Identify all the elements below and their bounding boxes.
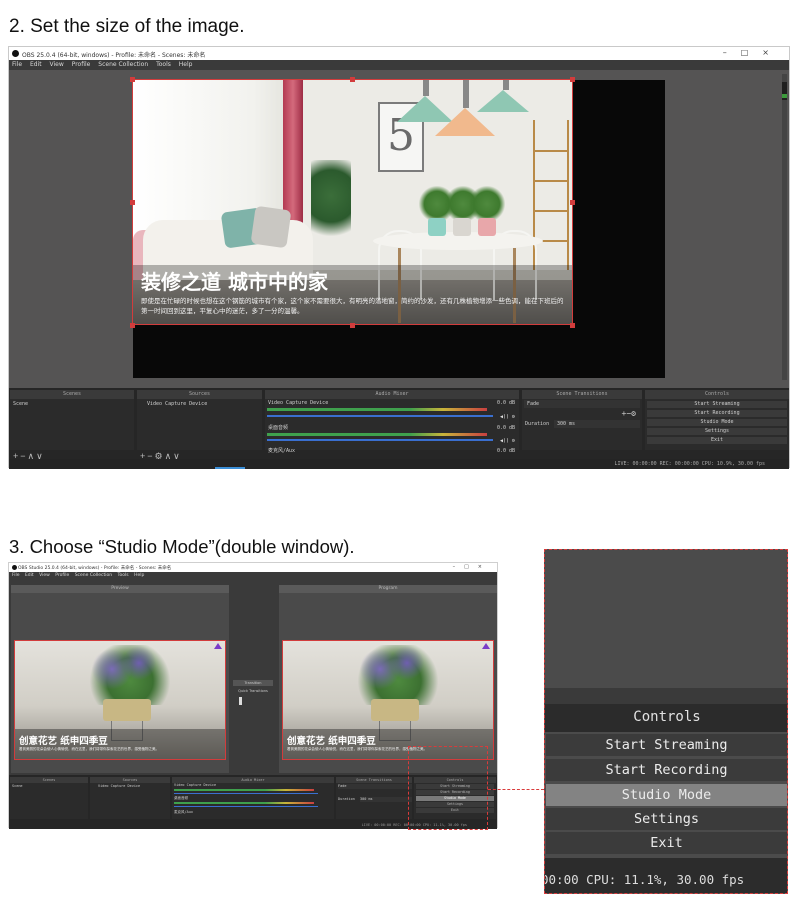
docks-panel: Scenes Scene +−∧∨ Sources Video Capture … <box>9 388 789 469</box>
controls-highlight-box <box>408 746 488 830</box>
volume-meter <box>267 408 487 411</box>
menu-help[interactable]: Help <box>134 573 144 578</box>
settings-button[interactable]: Settings <box>647 428 787 435</box>
menu-help[interactable]: Help <box>179 61 193 68</box>
obs-window-main: OBS 25.0.4 (64-bit, windows) - Profile: … <box>8 46 790 469</box>
duration-input[interactable]: 300 ms <box>554 420 640 428</box>
resize-handle[interactable] <box>130 200 135 205</box>
window-controls[interactable]: –□× <box>453 564 491 570</box>
menu-scene-collection[interactable]: Scene Collection <box>98 61 148 68</box>
title-bar: OBS 25.0.4 (64-bit, windows) - Profile: … <box>9 47 789 60</box>
controls-dock: Controls Start Streaming Start Recording… <box>645 390 789 450</box>
source-image-bounds[interactable]: 5 装修之道 城市中的家 即使是在忙碌的时候也想在这个钢筋的城市有个家，这个家不… <box>132 79 573 325</box>
quick-transitions-label: Quick Transitions <box>238 689 268 693</box>
menu-edit[interactable]: Edit <box>25 573 34 578</box>
sources-dock: Sources Video Capture Device <box>90 777 170 819</box>
preview-pane[interactable]: Preview 创意花艺 纸申四季豆 看到美丽的花朵会使人心情愉悦，而在这里，我… <box>11 585 229 773</box>
start-streaming-button[interactable]: Start Streaming <box>647 401 787 408</box>
menu-tools[interactable]: Tools <box>118 573 129 578</box>
scene-heading: 装修之道 城市中的家 <box>141 270 328 294</box>
title-bar: OBS Studio 25.0.4 (64-bit, windows) - Pr… <box>9 563 497 572</box>
controls-zoom-panel: Controls Start Streaming Start Recording… <box>544 549 788 894</box>
obs-logo-icon <box>12 565 17 570</box>
preview-image: 创意花艺 纸申四季豆 看到美丽的花朵会使人心情愉悦，而在这里，我们将带你探索花艺… <box>14 640 226 760</box>
studio-mode-button[interactable]: Studio Mode <box>546 784 787 806</box>
menu-view[interactable]: View <box>50 61 64 68</box>
pendant-lamp <box>435 108 495 136</box>
program-pane: Program 创意花艺 纸申四季豆 看到美丽的花朵会使人心情愉悦，而在这里，我… <box>279 585 497 773</box>
window-title: OBS 25.0.4 (64-bit, windows) - Profile: … <box>22 52 206 59</box>
resize-handle[interactable] <box>570 323 575 328</box>
menu-file[interactable]: File <box>12 61 22 68</box>
preview-scrollbar[interactable] <box>782 74 787 380</box>
controls-header: Controls <box>633 709 701 725</box>
menu-profile[interactable]: Profile <box>72 61 91 68</box>
menu-file[interactable]: File <box>12 573 20 578</box>
studio-mode-button[interactable]: Studio Mode <box>647 419 787 426</box>
settings-button[interactable]: Settings <box>546 808 787 830</box>
resize-handle[interactable] <box>570 77 575 82</box>
mute-gear-icon[interactable]: ◀)) ⚙ <box>265 413 519 421</box>
step3-title: 3. Choose “Studio Mode”(double window). <box>9 536 355 557</box>
menu-profile[interactable]: Profile <box>55 573 69 578</box>
exit-button[interactable]: Exit <box>546 832 787 854</box>
sources-dock: Sources Video Capture Device +−⚙∧∨ <box>137 390 262 461</box>
connector-line <box>488 789 544 790</box>
transition-controls: Transition Quick Transitions <box>233 680 277 696</box>
transition-select[interactable]: Fade <box>524 400 640 408</box>
source-list-item[interactable]: Video Capture Device <box>137 400 262 408</box>
t-bar-slider[interactable] <box>239 697 242 705</box>
menu-bar: File Edit View Profile Scene Collection … <box>9 572 497 579</box>
window-title: OBS Studio 25.0.4 (64-bit, windows) - Pr… <box>18 566 172 571</box>
status-readout: 00:00 CPU: 11.1%, 30.00 fps <box>544 872 745 887</box>
menu-view[interactable]: View <box>39 573 50 578</box>
preview-area: 5 装修之道 城市中的家 即使是在忙碌的时候也想在这个钢筋的城市有个家，这个家不… <box>9 70 789 388</box>
audio-mixer-dock: Audio Mixer Video Capture Device 0.0 dB … <box>265 390 519 454</box>
audio-mixer-dock: Audio Mixer Video Capture Device 桌面音频 麦克… <box>172 777 334 819</box>
transition-button[interactable]: Transition <box>233 680 273 686</box>
menu-tools[interactable]: Tools <box>156 61 171 68</box>
obs-logo-icon <box>12 50 19 57</box>
start-streaming-button[interactable]: Start Streaming <box>546 734 787 756</box>
scenes-dock: Scenes Scene <box>10 777 88 819</box>
status-bar: LIVE: 00:00:00 REC: 00:00:00 CPU: 10.9%,… <box>9 459 789 469</box>
transition-tools[interactable]: +−⚙ <box>522 410 642 418</box>
pendant-lamp <box>477 90 529 112</box>
window-controls[interactable]: –□× <box>723 48 783 57</box>
start-recording-button[interactable]: Start Recording <box>546 759 787 781</box>
resize-handle[interactable] <box>130 323 135 328</box>
shelf <box>533 120 569 270</box>
scene-transitions-dock: Scene Transitions Fade Duration 300 ms <box>336 777 412 819</box>
resize-handle[interactable] <box>350 323 355 328</box>
scenes-dock: Scenes Scene +−∧∨ <box>10 390 134 461</box>
scene-transitions-dock: Scene Transitions Fade +−⚙ Duration 300 … <box>522 390 642 450</box>
step2-title: 2. Set the size of the image. <box>9 16 245 37</box>
exit-button[interactable]: Exit <box>647 437 787 444</box>
program-image: 创意花艺 纸申四季豆 看到美丽的花朵会使人心情愉悦，而在这里，我们将带你探索花艺… <box>282 640 494 760</box>
menu-edit[interactable]: Edit <box>30 61 42 68</box>
menu-bar: File Edit View Profile Scene Collection … <box>9 60 789 70</box>
resize-handle[interactable] <box>130 77 135 82</box>
start-recording-button[interactable]: Start Recording <box>647 410 787 417</box>
resize-handle[interactable] <box>350 77 355 82</box>
resize-handle[interactable] <box>570 200 575 205</box>
scene-list-item[interactable]: Scene <box>10 400 134 408</box>
menu-scene-collection[interactable]: Scene Collection <box>75 573 112 578</box>
scene-body-text: 即使是在忙碌的时候也想在这个钢筋的城市有个家，这个家不需要很大，有明亮的落地窗，… <box>141 297 564 315</box>
mute-gear-icon[interactable]: ◀)) ⚙ <box>265 437 519 445</box>
